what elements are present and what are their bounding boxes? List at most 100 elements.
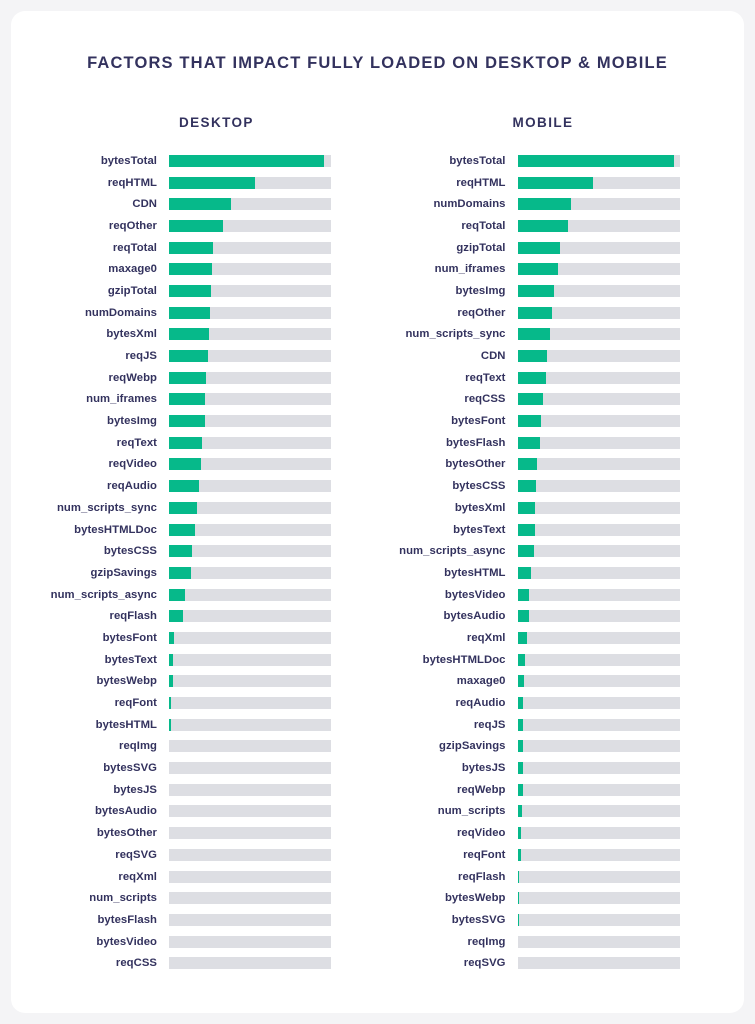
bar-track: [169, 545, 331, 558]
bar-fill: [169, 436, 203, 449]
bar-track: [169, 805, 331, 818]
bar-row: bytesSVG: [378, 909, 745, 931]
bar-track: [517, 827, 680, 840]
bar-fill: [517, 610, 529, 623]
bar-fill: [517, 827, 521, 840]
bar-row: bytesAudio: [378, 605, 745, 627]
bar-track: [517, 913, 680, 926]
bar-row-label: bytesFont: [102, 631, 157, 644]
bar-track: [517, 957, 680, 970]
bar-fill: [517, 870, 520, 883]
bar-row: reqHTML: [11, 172, 378, 194]
bar-fill: [517, 371, 546, 384]
page-title: FACTORS THAT IMPACT FULLY LOADED ON DESK…: [87, 54, 668, 72]
bar-track: [517, 415, 680, 428]
bar-row: reqVideo: [378, 822, 745, 844]
bar-fill: [169, 371, 206, 384]
bar-fill: [517, 241, 561, 254]
bar-fill: [517, 328, 550, 341]
bar-row-label: reqSVG: [115, 848, 157, 861]
bar-fill: [517, 718, 524, 731]
bar-fill: [517, 892, 519, 905]
bar-row: gzipSavings: [378, 736, 745, 758]
bar-row: bytesHTML: [11, 714, 378, 736]
bar-track: [517, 566, 680, 579]
bar-row-label: gzipTotal: [456, 241, 506, 254]
bar-track: [517, 675, 680, 688]
bar-fill: [169, 176, 256, 189]
bar-fill: [169, 718, 171, 731]
bar-track: [169, 458, 331, 471]
bar-row: bytesJS: [11, 779, 378, 801]
bar-fill: [517, 176, 594, 189]
bar-track: [169, 892, 331, 905]
bar-track: [517, 762, 680, 775]
bar-fill: [517, 393, 544, 406]
bar-row: reqImg: [378, 931, 745, 953]
bar-row-label: reqXml: [118, 870, 157, 883]
bar-row-label: reqTotal: [112, 241, 157, 254]
bar-row: bytesText: [378, 519, 745, 541]
bar-track: [517, 263, 680, 276]
bar-row: bytesJS: [378, 757, 745, 779]
bar-fill: [169, 566, 192, 579]
desktop-panel: DESKTOP bytesTotal reqHTML CDN reqOther reqT…: [11, 115, 378, 974]
bar-row: CDN: [11, 193, 378, 215]
bar-row: gzipTotal: [378, 237, 745, 259]
chart-panels: DESKTOP bytesTotal reqHTML CDN reqOther reqT…: [11, 115, 744, 974]
bar-row: reqSVG: [378, 952, 745, 974]
bar-track: [517, 653, 680, 666]
bar-fill: [517, 458, 538, 471]
bar-row: bytesVideo: [378, 584, 745, 606]
bar-row: numDomains: [11, 302, 378, 324]
bar-fill: [517, 762, 523, 775]
bar-row: reqAudio: [378, 692, 745, 714]
bar-row-label: gzipSavings: [439, 740, 506, 753]
bar-row-label: bytesWebp: [96, 675, 157, 688]
bar-row: bytesFont: [11, 627, 378, 649]
bar-row-label: bytesAudio: [94, 805, 157, 818]
bar-row-label: reqAudio: [107, 480, 157, 493]
bar-track: [169, 740, 331, 753]
bar-row-label: num_iframes: [86, 393, 157, 406]
bar-row: num_scripts_async: [378, 540, 745, 562]
bar-row: bytesImg: [11, 410, 378, 432]
bar-row: bytesCSS: [11, 540, 378, 562]
bar-row: reqTotal: [11, 237, 378, 259]
bar-row-label: reqSVG: [463, 957, 506, 970]
bar-row: num_scripts_sync: [378, 324, 745, 346]
bar-row: bytesCSS: [378, 475, 745, 497]
bar-row: bytesAudio: [11, 801, 378, 823]
bar-row: bytesWebp: [11, 671, 378, 693]
bar-row: reqFlash: [11, 605, 378, 627]
bar-row: reqAudio: [11, 475, 378, 497]
bar-track: [517, 306, 680, 319]
bar-track: [169, 523, 331, 536]
bar-track: [517, 284, 680, 297]
bar-row: bytesOther: [378, 454, 745, 476]
bar-row-label: reqAudio: [455, 697, 506, 710]
bar-fill: [517, 501, 536, 514]
bar-fill: [169, 653, 174, 666]
bar-fill: [517, 675, 525, 688]
bar-fill: [169, 480, 199, 493]
bar-row-label: reqFlash: [458, 870, 506, 883]
bar-row-label: CDN: [480, 350, 506, 363]
bar-row: reqText: [378, 367, 745, 389]
bar-row-label: num_scripts: [437, 805, 506, 818]
bar-row-label: num_scripts_async: [50, 588, 157, 601]
bar-row-label: reqText: [465, 371, 506, 384]
bar-row-label: CDN: [132, 198, 157, 211]
bar-track: [169, 436, 331, 449]
bar-track: [169, 393, 331, 406]
bar-row: bytesWebp: [378, 887, 745, 909]
bar-track: [169, 588, 331, 601]
bar-row-label: bytesTotal: [100, 154, 157, 167]
bar-row: reqText: [11, 432, 378, 454]
bar-row-label: bytesSVG: [103, 762, 157, 775]
bar-row: bytesText: [11, 649, 378, 671]
bar-fill: [517, 913, 519, 926]
bar-row: reqSVG: [11, 844, 378, 866]
bar-row-label: reqWebp: [108, 371, 157, 384]
bar-row: reqOther: [11, 215, 378, 237]
